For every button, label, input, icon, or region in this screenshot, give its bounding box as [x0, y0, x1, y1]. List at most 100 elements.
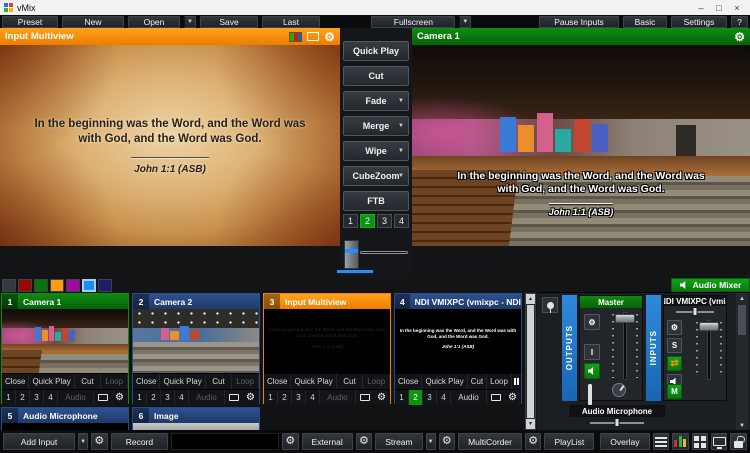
transition-1-button[interactable]: 1	[343, 214, 358, 228]
quick-play-button[interactable]: Quick Play	[29, 374, 74, 389]
pin-button[interactable]	[542, 297, 558, 313]
record-settings-button[interactable]: ⚙	[91, 433, 107, 450]
audio-button[interactable]: Audio	[451, 390, 487, 405]
input-thumbnail[interactable]	[133, 309, 259, 373]
gear-icon[interactable]: ⚙	[667, 320, 682, 335]
overlay-1-button[interactable]: 1	[2, 390, 16, 405]
playlist-button[interactable]: PlayList	[544, 433, 594, 450]
pan-slider[interactable]	[670, 307, 720, 317]
display-button[interactable]	[711, 433, 727, 450]
transition-3-button[interactable]: 3	[377, 214, 392, 228]
pan-slider[interactable]	[581, 418, 653, 428]
settings-button[interactable]: Settings	[671, 16, 727, 28]
fullscreen-monitor-icon[interactable]	[225, 390, 242, 405]
merge-button[interactable]: Merge▼	[343, 116, 409, 136]
close-button[interactable]: Close	[395, 374, 422, 389]
cut-button[interactable]: Cut	[343, 66, 409, 86]
gear-icon[interactable]: ⚙	[373, 390, 390, 405]
overlay-3-button[interactable]: 3	[292, 390, 306, 405]
minimize-button[interactable]: –	[692, 1, 710, 15]
quick-play-button[interactable]: Quick Play	[343, 41, 409, 61]
scroll-up-button[interactable]: ▲	[736, 293, 748, 304]
mixer-scrollbar[interactable]: ▲ ▼	[736, 293, 748, 431]
pause-inputs-button[interactable]: Pause Inputs	[539, 16, 619, 28]
stream-button[interactable]: Stream	[375, 433, 422, 450]
loop-button[interactable]: Loop	[363, 374, 390, 389]
record-button[interactable]: Record	[111, 433, 169, 450]
menu-button[interactable]	[653, 433, 669, 450]
ftb-button[interactable]: FTB	[343, 191, 409, 211]
master-bus-button[interactable]: I	[584, 344, 600, 360]
overlay-3-button[interactable]: 3	[423, 390, 437, 405]
overlay-3-button[interactable]: 3	[30, 390, 44, 405]
scroll-down-button[interactable]: ▼	[526, 419, 535, 429]
gear-icon[interactable]: ⚙	[324, 31, 335, 43]
basic-button[interactable]: Basic	[623, 16, 667, 28]
playlist-settings-button[interactable]: ⚙	[525, 433, 541, 450]
help-button[interactable]: ?	[731, 16, 748, 28]
gear-icon[interactable]: ⚙	[242, 390, 259, 405]
gear-icon[interactable]: ⚙	[734, 31, 745, 43]
fullscreen-monitor-icon[interactable]	[94, 390, 111, 405]
input-header[interactable]: 4 NDI VMIXPC (vmixpc - NDI 2)	[395, 294, 521, 309]
quick-play-button[interactable]: Quick Play	[291, 374, 336, 389]
fullscreen-dropdown-button[interactable]: ▼	[459, 16, 471, 28]
loop-button[interactable]: Loop	[487, 374, 512, 389]
multicorder-settings-button[interactable]: ⚙	[439, 433, 455, 450]
scroll-up-button[interactable]: ▲	[526, 294, 535, 304]
pause-button[interactable]	[512, 374, 521, 389]
add-input-dropdown-button[interactable]: ▼	[78, 433, 88, 450]
cut-button[interactable]: Cut	[206, 374, 233, 389]
input-thumbnail[interactable]	[2, 309, 128, 373]
fullscreen-button[interactable]: Fullscreen	[371, 16, 455, 28]
input-header[interactable]: 1 Camera 1	[2, 294, 128, 309]
add-input-button[interactable]: Add Input	[3, 433, 75, 450]
monitor-icon[interactable]	[307, 32, 319, 41]
external-button[interactable]: External	[302, 433, 353, 450]
overlay-button[interactable]: Overlay	[600, 433, 649, 450]
cut-button[interactable]: Cut	[75, 374, 102, 389]
quick-play-button[interactable]: Quick Play	[160, 374, 205, 389]
overlay-1-button[interactable]: 1	[395, 390, 409, 405]
scroll-thumb[interactable]	[738, 305, 746, 335]
ndi-fader[interactable]	[694, 318, 724, 382]
overlay-swatch-1[interactable]	[2, 279, 16, 292]
overlay-swatch-6[interactable]	[82, 279, 96, 292]
gear-icon[interactable]: ⚙	[111, 390, 128, 405]
loop-button[interactable]: Loop	[232, 374, 259, 389]
inputs-scrollbar[interactable]: ▲ ▼	[525, 293, 536, 430]
overlay-2-button[interactable]: 2	[147, 390, 161, 405]
stream-settings-button[interactable]: ⚙	[356, 433, 372, 450]
overlay-swatch-3[interactable]	[34, 279, 48, 292]
inputs-strip[interactable]: INPUTS	[646, 295, 661, 401]
overlay-4-button[interactable]: 4	[44, 390, 58, 405]
fader-handle[interactable]	[699, 322, 719, 331]
overlay-swatch-7[interactable]	[98, 279, 112, 292]
loop-button[interactable]: Loop	[101, 374, 128, 389]
cut-button[interactable]: Cut	[337, 374, 364, 389]
overlay-swatch-2[interactable]	[18, 279, 32, 292]
overlay-swatch-5[interactable]	[66, 279, 80, 292]
headphones-icon[interactable]	[588, 386, 592, 404]
pan-handle[interactable]	[615, 418, 620, 427]
transition-2-button[interactable]: 2	[360, 214, 375, 228]
audio-button[interactable]: Audio	[58, 390, 94, 405]
audio-button[interactable]: Audio	[320, 390, 356, 405]
colorbars-icon[interactable]	[289, 32, 302, 42]
input-header[interactable]: 3 Input Multiview	[264, 294, 390, 309]
lock-button[interactable]	[730, 433, 746, 450]
overlay-1-button[interactable]: 1	[264, 390, 278, 405]
input-header[interactable]: 6 Image	[133, 408, 259, 423]
audio-button[interactable]: Audio	[189, 390, 225, 405]
outputs-strip[interactable]: OUTPUTS	[562, 295, 577, 401]
preview-video[interactable]: In the beginning was the Word, and the W…	[0, 45, 340, 246]
overlay-4-button[interactable]: 4	[175, 390, 189, 405]
close-button[interactable]: Close	[2, 374, 29, 389]
close-button[interactable]: ×	[728, 1, 746, 15]
fullscreen-monitor-icon[interactable]	[356, 390, 373, 405]
input-thumbnail[interactable]: In the beginning was the Word, and the W…	[395, 309, 521, 373]
open-dropdown-button[interactable]: ▼	[184, 16, 196, 28]
pan-handle[interactable]	[693, 307, 698, 316]
cubezoom-button[interactable]: CubeZoom▼	[343, 166, 409, 186]
close-button[interactable]: Close	[133, 374, 160, 389]
